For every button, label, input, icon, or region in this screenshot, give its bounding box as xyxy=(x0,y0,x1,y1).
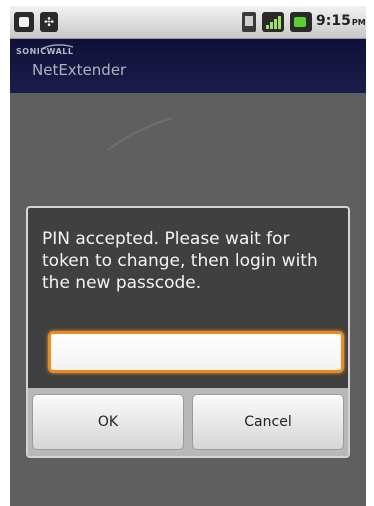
ok-button[interactable]: OK xyxy=(32,394,184,450)
clock: 9:15PM xyxy=(316,13,366,29)
passcode-input[interactable] xyxy=(48,331,344,373)
signal-icon xyxy=(262,12,284,32)
sim-icon xyxy=(242,12,256,32)
background-texture xyxy=(107,117,173,151)
clock-time: 9:15 xyxy=(316,13,351,29)
phone-screen: ✣ 9:15PM SONICWALL NetExtender PIN accep… xyxy=(10,6,366,506)
cancel-button[interactable]: Cancel xyxy=(192,394,344,450)
dialog-message: PIN accepted. Please wait for token to c… xyxy=(42,229,318,293)
dialog-button-bar: OK Cancel xyxy=(28,388,348,456)
title-bar: SONICWALL NetExtender xyxy=(10,39,366,93)
photo-icon xyxy=(14,12,34,32)
battery-icon xyxy=(290,12,312,32)
clock-ampm: PM xyxy=(351,18,366,27)
app-title: NetExtender xyxy=(32,61,127,79)
pin-dialog: PIN accepted. Please wait for token to c… xyxy=(26,206,350,458)
brand-logo: SONICWALL xyxy=(16,47,74,56)
usb-icon: ✣ xyxy=(40,12,58,32)
status-bar: ✣ 9:15PM xyxy=(10,6,366,39)
